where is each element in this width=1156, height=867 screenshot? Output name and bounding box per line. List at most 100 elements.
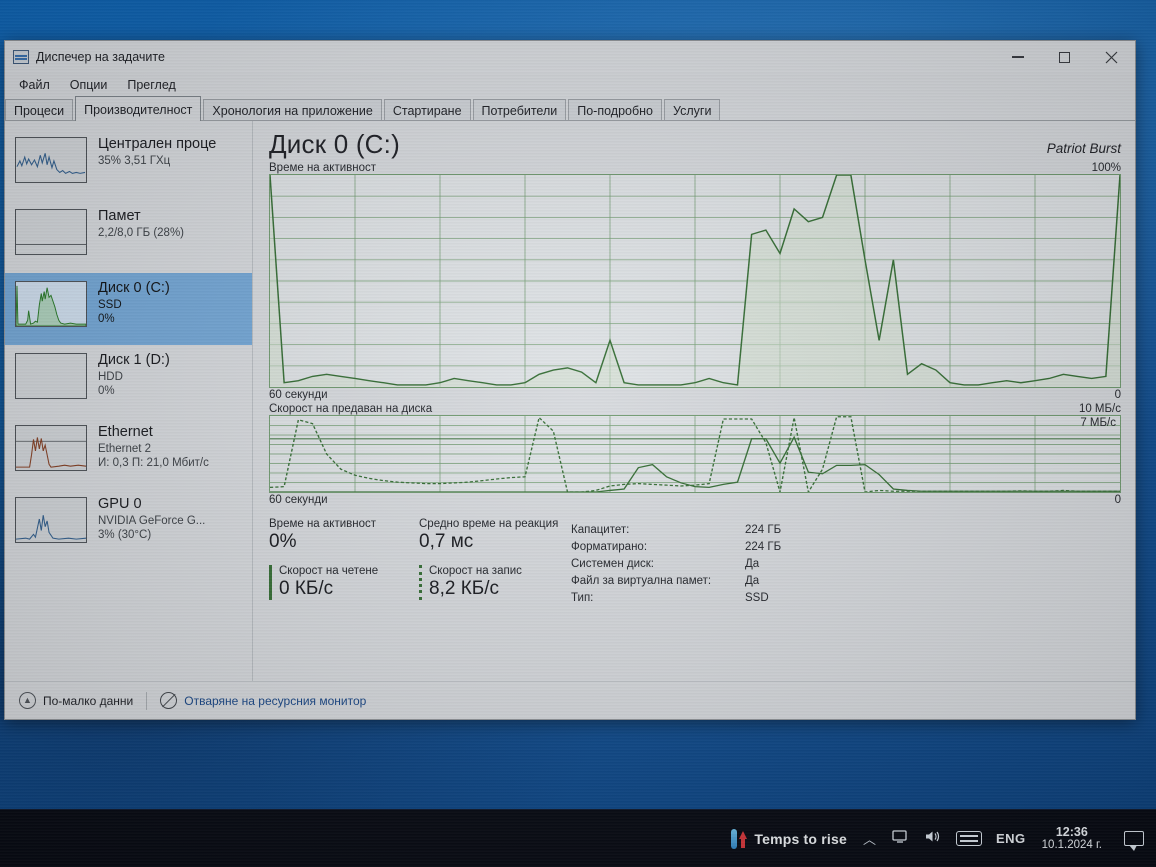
info-key-formatted: Форматирано: (571, 540, 648, 553)
window-body: Централен проце 35% 3,51 ГХц Памет 2,2/8… (5, 121, 1135, 681)
transfer-graph-scale-max: 10 МБ/с (1078, 403, 1121, 415)
sidebar-disk1-title: Диск 1 (D:) (98, 352, 170, 368)
info-key-system-disk: Системен диск: (571, 557, 654, 570)
maximize-button[interactable] (1041, 41, 1088, 73)
footer-divider (146, 691, 148, 710)
activity-graph-caption: Време на активност (269, 162, 377, 174)
table-row: Форматирано: 224 ГБ (571, 539, 865, 554)
desktop: Диспечер на задачите Файл Опции Преглед … (0, 0, 1156, 867)
active-time-value: 0% (269, 531, 297, 552)
sidebar-disk0-sub2: 0% (98, 312, 115, 325)
table-row: Тип: SSD (571, 590, 865, 605)
menu-options[interactable]: Опции (62, 76, 116, 94)
activity-graph-axis: 60 секунди 0 (269, 389, 1121, 401)
disk-info-table: Капацитет: 224 ГБ Форматирано: 224 ГБ Си… (569, 520, 867, 607)
table-row: Системен диск: Да (571, 556, 865, 571)
temps-to-rise-item[interactable]: Temps to rise (728, 827, 847, 851)
resource-monitor-link[interactable]: Отваряне на ресурсния монитор (184, 694, 366, 708)
sidebar-disk1-sub1: HDD (98, 370, 123, 383)
ethernet-sparkline (15, 425, 87, 471)
menu-file[interactable]: Файл (11, 76, 58, 94)
write-speed-stat: Скорост на запис 8,2 КБ/с (419, 565, 569, 600)
sidebar-item-gpu[interactable]: GPU 0 NVIDIA GeForce G... 3% (30°C) (5, 489, 252, 561)
minimize-button[interactable] (994, 41, 1041, 73)
table-row: Капацитет: 224 ГБ (571, 522, 865, 537)
resource-monitor-button[interactable]: Отваряне на ресурсния монитор (160, 692, 366, 709)
disk-info-table-wrap: Капацитет: 224 ГБ Форматирано: 224 ГБ Си… (569, 518, 1121, 612)
page-title: Диск 0 (C:) (269, 129, 400, 159)
close-button[interactable] (1088, 41, 1135, 73)
cpu-sparkline (15, 137, 87, 183)
info-value-system-disk: Да (745, 557, 760, 570)
task-manager-icon (13, 50, 29, 64)
tab-strip: Процеси Производителност Хронология на п… (5, 96, 1135, 121)
memory-sparkline (15, 209, 87, 255)
volume-icon[interactable] (924, 829, 942, 848)
taskbar: Temps to rise ︿ ENG 12:36 10.1.2024 г. (0, 809, 1156, 867)
transfer-graph-header: Скорост на предаван на диска 10 МБ/с (269, 403, 1121, 415)
fewer-details-button[interactable]: ▲ По-малко данни (19, 692, 133, 709)
read-speed-label: Скорост на четене (279, 565, 379, 577)
tab-app-history[interactable]: Хронология на приложение (203, 99, 382, 120)
menu-bar: Файл Опции Преглед (5, 73, 1135, 97)
sidebar-item-cpu[interactable]: Централен проце 35% 3,51 ГХц (5, 129, 252, 201)
language-indicator[interactable]: ENG (996, 831, 1026, 846)
sidebar-memory-title: Памет (98, 208, 141, 224)
tab-details[interactable]: По-подробно (568, 99, 663, 120)
detail-header: Диск 0 (C:) Patriot Burst (269, 129, 1121, 160)
transfer-axis-left: 60 секунди (269, 494, 328, 506)
info-key-type: Тип: (571, 591, 594, 604)
tab-performance[interactable]: Производителност (75, 96, 202, 121)
action-center-icon[interactable] (1124, 831, 1144, 851)
sidebar-gpu-title: GPU 0 (98, 496, 142, 512)
sidebar-item-memory[interactable]: Памет 2,2/8,0 ГБ (28%) (5, 201, 252, 273)
sidebar-memory-sub1: 2,2/8,0 ГБ (28%) (98, 226, 185, 239)
tab-processes[interactable]: Процеси (5, 99, 74, 120)
sidebar-disk1-sub2: 0% (98, 384, 115, 397)
performance-sidebar: Централен проце 35% 3,51 ГХц Памет 2,2/8… (5, 121, 253, 681)
table-row: Файл за виртуална памет: Да (571, 573, 865, 588)
activity-axis-left: 60 секунди (269, 389, 328, 401)
keyboard-icon[interactable] (955, 831, 982, 846)
chevron-up-icon[interactable]: ︿ (861, 829, 878, 848)
resource-monitor-icon (160, 692, 178, 709)
transfer-graph-caption: Скорост на предаван на диска (269, 403, 433, 415)
window-controls (994, 41, 1135, 73)
sidebar-cpu-sub1: 35% 3,51 ГХц (98, 154, 171, 167)
tab-services[interactable]: Услуги (664, 99, 721, 120)
clock-date: 10.1.2024 г. (1041, 839, 1102, 852)
sidebar-ethernet-sub2: И: 0,3 П: 21,0 Мбит/с (98, 456, 209, 469)
transfer-inner-scale-label: 7 МБ/с (1080, 417, 1116, 429)
info-key-pagefile: Файл за виртуална памет: (571, 574, 712, 587)
temps-to-rise-label: Temps to rise (754, 830, 847, 847)
clock[interactable]: 12:36 10.1.2024 г. (1040, 825, 1104, 853)
fewer-details-label: По-малко данни (43, 693, 134, 708)
sidebar-item-disk0[interactable]: Диск 0 (C:) SSD 0% (5, 273, 252, 345)
window-title: Диспечер на задачите (36, 50, 165, 64)
activity-axis-right: 0 (1114, 389, 1121, 401)
write-speed-value: 8,2 КБ/с (429, 578, 500, 599)
write-speed-label: Скорост на запис (429, 565, 522, 577)
stats-column-left: Време на активност 0% Скорост на четене … (269, 518, 569, 612)
tab-startup[interactable]: Стартиране (383, 99, 471, 120)
sidebar-gpu-sub2: 3% (30°C) (98, 528, 152, 541)
disk0-sparkline (15, 281, 87, 327)
clock-time: 12:36 (1055, 824, 1088, 839)
sidebar-item-ethernet[interactable]: Ethernet Ethernet 2 И: 0,3 П: 21,0 Мбит/… (5, 417, 252, 489)
avg-response-value: 0,7 мс (419, 531, 474, 552)
network-icon[interactable] (892, 829, 910, 848)
sidebar-cpu-title: Централен проце (98, 136, 217, 152)
active-time-label: Време на активност (269, 518, 377, 530)
activity-graph-header: Време на активност 100% (269, 162, 1121, 174)
gpu-sparkline (15, 497, 87, 543)
window-footer: ▲ По-малко данни Отваряне на ресурсния м… (5, 681, 1135, 719)
menu-view[interactable]: Преглед (119, 76, 183, 94)
tab-users[interactable]: Потребители (472, 99, 567, 120)
title-bar: Диспечер на задачите (5, 41, 1135, 73)
sidebar-item-disk1[interactable]: Диск 1 (D:) HDD 0% (5, 345, 252, 417)
sidebar-disk0-sub1: SSD (98, 298, 122, 311)
transfer-graph-axis: 60 секунди 0 (269, 494, 1121, 506)
active-time-stat: Време на активност 0% (269, 518, 419, 553)
sidebar-gpu-sub1: NVIDIA GeForce G... (98, 514, 206, 527)
performance-detail-pane: Диск 0 (C:) Patriot Burst Време на актив… (253, 121, 1135, 681)
